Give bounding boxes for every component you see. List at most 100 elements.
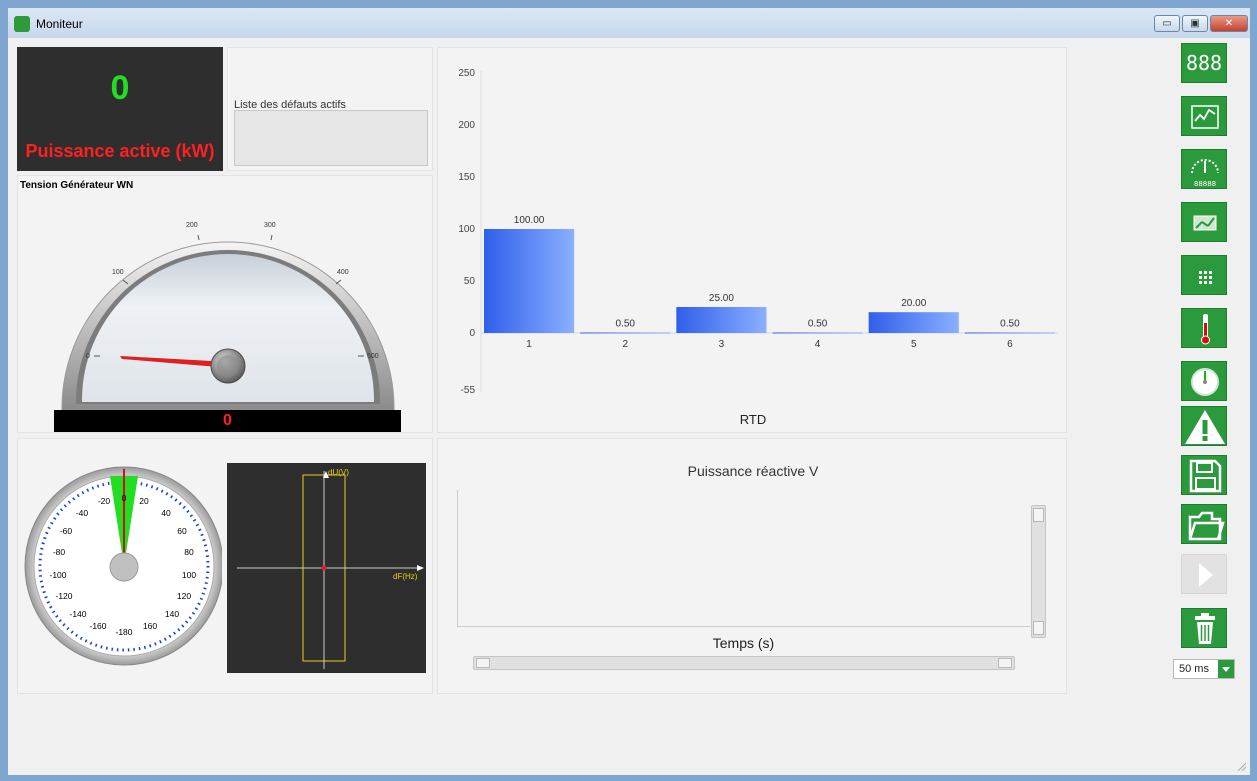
phase-label-120: 120: [177, 591, 191, 601]
sync-scope: dU(V) dF(Hz): [227, 463, 426, 673]
horizontal-scrollbar[interactable]: [473, 656, 1015, 670]
scroll-thumb-top[interactable]: [1033, 508, 1044, 522]
bar-value-label: 0.50: [616, 318, 636, 329]
active-power-label: Puissance active (kW): [25, 141, 215, 161]
phase-label-0: 0: [122, 493, 127, 503]
save-icon: [1189, 459, 1222, 493]
clear-button[interactable]: [1181, 608, 1227, 648]
play-button[interactable]: [1181, 554, 1227, 594]
tick-label-100: 100: [112, 269, 124, 276]
y-tick-label: 50: [464, 276, 476, 287]
y-tick-label: 150: [458, 172, 475, 183]
reactive-chart-panel: Puissance réactive V Temps (s): [437, 438, 1067, 694]
du-axis-label: dU(V): [328, 468, 349, 477]
reactive-plot-area: [457, 490, 1030, 627]
close-button[interactable]: ✕: [1210, 15, 1248, 32]
phase-label-40: 40: [161, 508, 171, 518]
bar-graph-button[interactable]: [1181, 202, 1227, 242]
trend-chart-icon: [1191, 105, 1219, 129]
trash-icon: [1195, 613, 1215, 644]
gauge-view-button[interactable]: 88888: [1181, 149, 1227, 189]
hscroll-thumb-left[interactable]: [476, 658, 490, 668]
y-tick-label: 250: [458, 68, 475, 79]
warning-icon: [1185, 410, 1225, 444]
hscroll-thumb-right[interactable]: [998, 658, 1012, 668]
phase-label-m160: -160: [89, 621, 106, 631]
x-tick-label: 1: [526, 339, 532, 350]
resize-grip-icon[interactable]: [1236, 761, 1247, 772]
phase-label-m120: -120: [55, 591, 72, 601]
tick-label-500: 500: [367, 353, 379, 360]
save-button[interactable]: [1181, 455, 1227, 495]
phase-label-m40: -40: [76, 508, 89, 518]
scroll-thumb-bottom[interactable]: [1033, 621, 1044, 635]
reactive-chart-xlabel: Temps (s): [712, 635, 775, 651]
phase-label-60: 60: [177, 526, 187, 536]
phase-panel: 0 -20 -40 -60 -80 -100 -120 -140 -160 -1…: [17, 438, 433, 694]
open-button[interactable]: [1181, 504, 1227, 544]
chevron-down-icon[interactable]: [1218, 660, 1234, 678]
bar-value-label: 100.00: [514, 215, 545, 226]
voltage-value: 0: [223, 412, 232, 429]
bar: [484, 229, 575, 333]
tick-label-400: 400: [337, 269, 349, 276]
bar-graph-icon: [1193, 215, 1217, 231]
play-icon: [1199, 563, 1213, 587]
phase-label-100: 100: [182, 570, 196, 580]
thermometer-icon: [1201, 314, 1210, 345]
voltage-gauge-panel: Tension Générateur WN 0 100 200 300 400 …: [17, 175, 433, 433]
gauge-view-caption: 88888: [1194, 180, 1216, 188]
x-tick-label: 4: [815, 339, 821, 350]
phase-label-m80: -80: [53, 547, 66, 557]
grid-view-button[interactable]: [1181, 255, 1227, 295]
y-tick-label: 200: [458, 120, 475, 131]
tick-label-300: 300: [264, 222, 276, 229]
active-power-display: 0 Puissance active (kW): [17, 47, 223, 171]
window-title: Moniteur: [36, 17, 83, 31]
sync-point: [321, 565, 327, 571]
fault-list-panel: Liste des défauts actifs: [227, 47, 433, 171]
minimize-button[interactable]: ▭: [1154, 15, 1180, 32]
y-tick-label: 100: [458, 224, 475, 235]
phase-label-160: 160: [143, 621, 157, 631]
x-tick-label: 6: [1007, 339, 1013, 350]
bar: [580, 332, 671, 334]
bar: [676, 307, 767, 333]
phase-label-140: 140: [165, 609, 179, 619]
y-tick-label: 0: [469, 328, 475, 339]
phase-label-m140: -140: [69, 609, 86, 619]
bar: [964, 332, 1055, 334]
temperature-button[interactable]: [1181, 308, 1227, 348]
maximize-button[interactable]: ▣: [1182, 15, 1208, 32]
phase-gauge: 0 -20 -40 -60 -80 -100 -120 -140 -160 -1…: [24, 466, 222, 666]
synchroscope-icon: [1191, 368, 1219, 396]
alarms-button[interactable]: [1181, 406, 1227, 446]
title-bar: Moniteur ▭ ▣ ✕: [8, 8, 1250, 38]
client-area: 0 Puissance active (kW) Liste des défaut…: [8, 38, 1250, 775]
fault-list-box[interactable]: [234, 110, 428, 166]
phase-label-20: 20: [139, 496, 149, 506]
refresh-interval-value: 50 ms: [1179, 663, 1209, 675]
tick-200: [197, 234, 200, 241]
grid-icon: [1199, 271, 1212, 284]
phase-label-m60: -60: [60, 526, 73, 536]
phase-label-m100: -100: [49, 570, 66, 580]
df-axis-label: dF(Hz): [393, 572, 418, 581]
rtd-bar-chart: 250 200 150 100 50 0 -55 100.00 1 0.50 2 25.00 3 0.50…: [458, 68, 1058, 427]
tick-300: [270, 234, 273, 241]
monitor-app-icon: [14, 16, 30, 32]
vertical-scrollbar[interactable]: [1031, 505, 1046, 638]
x-tick-label: 5: [911, 339, 917, 350]
refresh-interval-select[interactable]: 50 ms: [1173, 659, 1235, 679]
phase-hub: [109, 552, 139, 582]
trend-chart-button[interactable]: [1181, 96, 1227, 136]
rtd-bar-chart-panel: 250 200 150 100 50 0 -55 100.00 1 0.50 2 25.00 3 0.50…: [437, 47, 1067, 433]
active-power-value: 0: [110, 69, 130, 107]
digital-display-button[interactable]: 888: [1181, 43, 1227, 83]
digital-display-icon: 888: [1185, 51, 1223, 75]
reactive-chart-title: Puissance réactive V: [687, 463, 819, 479]
voltage-gauge: 0 100 200 300 400 500: [61, 222, 395, 413]
phase-label-m20: -20: [98, 496, 111, 506]
synchroscope-button[interactable]: [1181, 361, 1227, 401]
bar-value-label: 25.00: [709, 293, 734, 304]
